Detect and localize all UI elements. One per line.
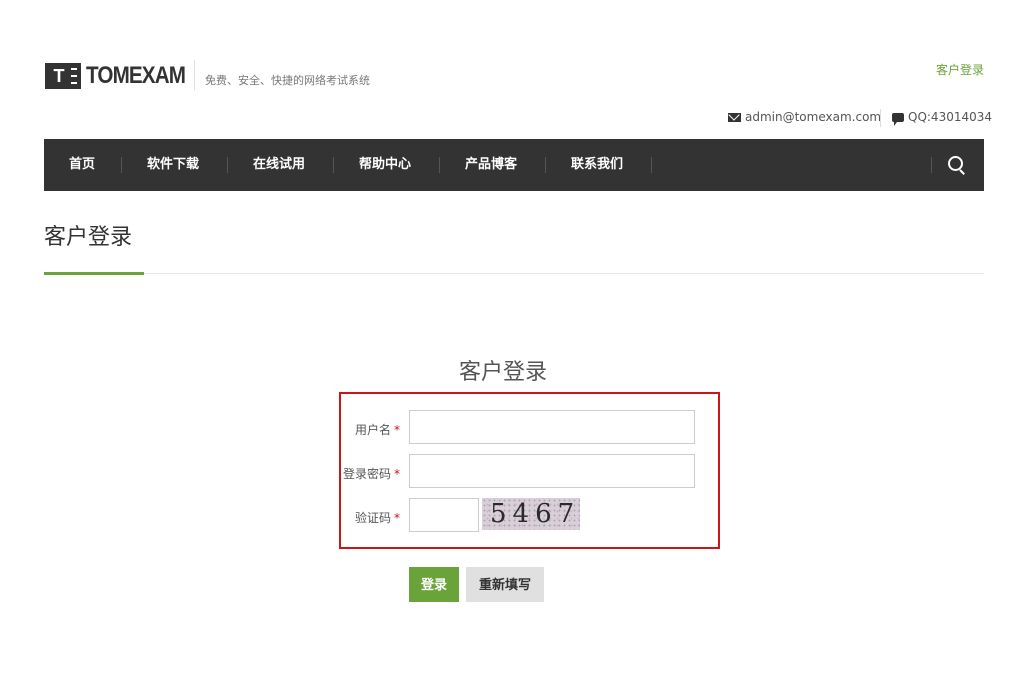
login-button[interactable]: 登录: [409, 567, 459, 602]
nav-separator: [931, 157, 932, 173]
captcha-text: 5467: [490, 499, 580, 529]
title-divider: [44, 273, 984, 274]
nav-separator: [545, 157, 546, 173]
contact-divider: [880, 109, 881, 127]
chat-icon: [892, 112, 904, 126]
nav-item-blog[interactable]: 产品博客: [465, 139, 517, 191]
contact-qq[interactable]: QQ:43014034: [892, 110, 993, 126]
nav-separator: [333, 157, 334, 173]
logo-text: TOMEXAM: [86, 62, 186, 89]
captcha-input[interactable]: [409, 498, 479, 532]
page-title: 客户登录: [44, 225, 133, 250]
logo-divider: [194, 60, 195, 90]
mail-icon: [728, 112, 741, 122]
password-input[interactable]: [409, 454, 695, 488]
nav-separator: [439, 157, 440, 173]
main-nav: 首页 软件下载 在线试用 帮助中心 产品博客 联系我们: [44, 139, 984, 191]
search-icon[interactable]: [948, 156, 963, 171]
username-label-text: 用户名: [354, 423, 391, 437]
contact-email[interactable]: admin@tomexam.com: [728, 110, 881, 124]
nav-item-download[interactable]: 软件下载: [147, 139, 199, 191]
required-mark: *: [394, 511, 400, 525]
logo-mark-letter: T: [53, 65, 65, 86]
required-mark: *: [394, 423, 400, 437]
email-text: admin@tomexam.com: [745, 110, 882, 124]
nav-item-home[interactable]: 首页: [69, 139, 95, 191]
form-title: 客户登录: [459, 360, 548, 385]
nav-separator: [227, 157, 228, 173]
site-logo[interactable]: T TOMEXAM: [45, 62, 201, 90]
nav-separator: [651, 157, 652, 173]
nav-item-help[interactable]: 帮助中心: [359, 139, 411, 191]
captcha-image[interactable]: 5467: [482, 498, 580, 530]
password-label-text: 登录密码: [342, 467, 391, 481]
qq-text: QQ:43014034: [908, 110, 993, 124]
reset-button[interactable]: 重新填写: [466, 567, 544, 602]
required-mark: *: [394, 467, 400, 481]
captcha-label: 验证码 *: [340, 509, 400, 526]
password-label: 登录密码 *: [340, 465, 400, 482]
username-label: 用户名 *: [340, 421, 400, 438]
nav-item-trial[interactable]: 在线试用: [253, 139, 305, 191]
title-accent-bar: [44, 272, 144, 275]
captcha-label-text: 验证码: [354, 511, 391, 525]
nav-item-contact[interactable]: 联系我们: [571, 139, 623, 191]
logo-mark-icon: T: [45, 63, 81, 89]
nav-separator: [121, 157, 122, 173]
username-input[interactable]: [409, 410, 695, 444]
site-slogan: 免费、安全、快捷的网络考试系统: [205, 74, 370, 87]
top-login-link[interactable]: 客户登录: [936, 61, 984, 78]
